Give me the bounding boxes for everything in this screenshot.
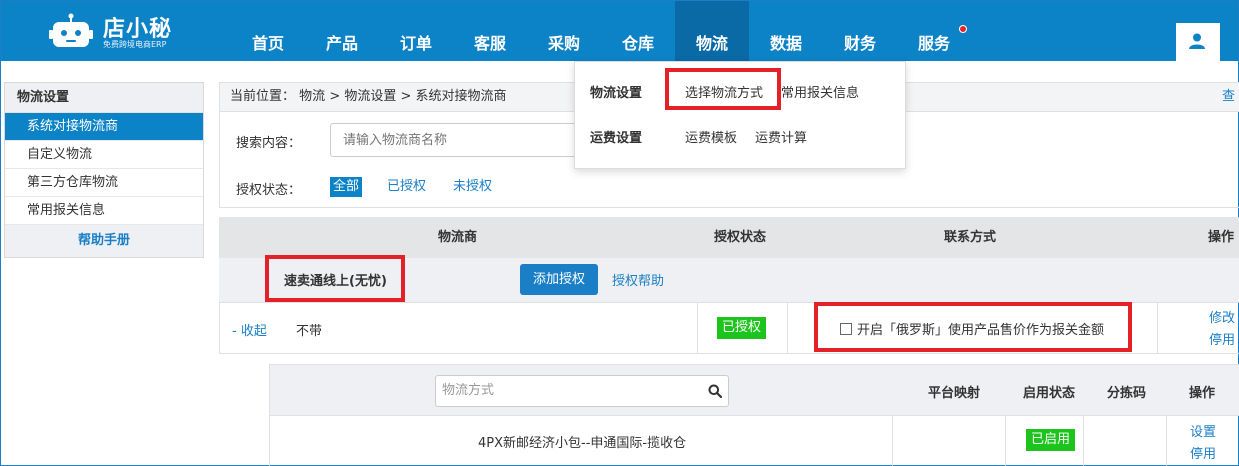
logo-subtitle: 免费跨境电商ERP — [103, 40, 167, 49]
nav-item-warehouse[interactable]: 仓库 — [601, 1, 675, 61]
status-badge-enabled: 已启用 — [1026, 429, 1076, 451]
method-table-header: 物流方式 平台映射 启用状态 分拣码 操作 — [269, 364, 1239, 416]
notification-dot-icon — [959, 25, 967, 33]
carrier-search-input[interactable] — [330, 123, 590, 157]
russia-price-checkbox-label: 开启「俄罗斯」使用产品售价作为报关金额 — [857, 323, 1105, 338]
breadcrumb-logistics[interactable]: 物流 — [299, 89, 325, 104]
column-divider — [1157, 303, 1158, 353]
column-header-enabled-status: 启用状态 — [1023, 386, 1076, 401]
carrier-detail-row: - 收起 不带 已授权 开启「俄罗斯」使用产品售价作为报关金额 修改 停用 — [219, 302, 1239, 354]
disable-link[interactable]: 停用 — [1209, 329, 1235, 348]
sidebar-item-system-carriers[interactable]: 系统对接物流商 — [5, 113, 203, 141]
nav-item-logistics[interactable]: 物流 — [675, 1, 749, 61]
dropdown-link-freight-template[interactable]: 运费模板 — [685, 127, 737, 146]
nav-item-purchasing[interactable]: 采购 — [527, 1, 601, 61]
edit-link[interactable]: 修改 — [1209, 307, 1235, 326]
nav-item-orders[interactable]: 订单 — [379, 1, 453, 61]
breadcrumb-separator: > — [329, 89, 345, 104]
search-label: 搜索内容： — [236, 136, 302, 151]
auth-status-label: 授权状态： — [236, 183, 302, 198]
dropdown-link-customs-info[interactable]: 常用报关信息 — [781, 82, 859, 101]
breadcrumb-prefix: 当前位置： — [230, 89, 296, 104]
account-name: 不带 — [296, 324, 323, 339]
collapse-link[interactable]: - 收起 — [232, 320, 267, 339]
nav-item-finance[interactable]: 财务 — [823, 1, 897, 61]
status-badge-authorized: 已授权 — [717, 317, 767, 339]
column-header-platform-mapping: 平台映射 — [928, 386, 981, 401]
sidebar-title: 物流设置 — [5, 83, 203, 113]
carrier-name: 速卖通线上(无忧) — [284, 274, 387, 289]
russia-price-option[interactable]: 开启「俄罗斯」使用产品售价作为报关金额 — [840, 319, 1104, 338]
column-divider — [1166, 416, 1167, 466]
main-nav: 首页 产品 订单 客服 采购 仓库 物流 数据 财务 服务 — [231, 1, 971, 61]
column-header-method-actions: 操作 — [1189, 386, 1216, 401]
auth-tab-unauthorized[interactable]: 未授权 — [453, 177, 492, 197]
breadcrumb-current: 系统对接物流商 — [415, 89, 507, 104]
method-name: 4PX新邮经济小包--申通国际-揽收仓 — [478, 436, 687, 451]
breadcrumb-right-link[interactable]: 查 — [1222, 83, 1235, 111]
nav-item-services-label: 服务 — [917, 34, 950, 53]
russia-price-checkbox[interactable] — [840, 322, 852, 335]
dropdown-group-freight-settings: 运费设置 — [590, 131, 643, 146]
robot-logo-icon — [49, 13, 93, 47]
nav-item-data[interactable]: 数据 — [749, 1, 823, 61]
dropdown-link-select-method[interactable]: 选择物流方式 — [685, 82, 763, 101]
nav-item-customer-service[interactable]: 客服 — [453, 1, 527, 61]
help-manual-link[interactable]: 帮助手册 — [5, 225, 203, 257]
column-header-carrier: 物流商 — [438, 230, 478, 245]
column-header-actions: 操作 — [1208, 230, 1235, 245]
logistics-dropdown-menu: 物流设置 选择物流方式 常用报关信息 运费设置 运费模板 运费计算 — [574, 61, 906, 169]
user-icon — [1189, 33, 1205, 49]
nav-item-products[interactable]: 产品 — [305, 1, 379, 61]
nav-item-home[interactable]: 首页 — [231, 1, 305, 61]
breadcrumb-separator: > — [400, 89, 416, 104]
dropdown-link-freight-calculator[interactable]: 运费计算 — [755, 127, 807, 146]
column-header-sort-code: 分拣码 — [1107, 386, 1147, 401]
breadcrumb-logistics-settings[interactable]: 物流设置 — [344, 89, 396, 104]
auth-tab-authorized[interactable]: 已授权 — [387, 177, 426, 197]
table-row: 4PX新邮经济小包--申通国际-揽收仓 已启用 设置 停用 — [269, 416, 1239, 466]
auth-tab-all[interactable]: 全部 — [330, 177, 363, 197]
column-divider — [1005, 416, 1006, 466]
nav-item-services[interactable]: 服务 — [897, 1, 971, 61]
method-search-input[interactable]: 物流方式 — [435, 375, 729, 407]
top-nav-bar: 店小秘 免费跨境电商ERP 首页 产品 订单 客服 采购 仓库 物流 数据 财务… — [1, 1, 1238, 61]
sidebar: 物流设置 系统对接物流商 自定义物流 第三方仓库物流 常用报关信息 帮助手册 — [4, 82, 204, 258]
add-authorization-button[interactable]: 添加授权 — [520, 264, 598, 295]
column-header-contact: 联系方式 — [944, 230, 997, 245]
sidebar-item-customs-info[interactable]: 常用报关信息 — [5, 197, 203, 225]
user-menu-button[interactable] — [1176, 23, 1220, 61]
dropdown-group-logistics-settings: 物流设置 — [590, 86, 643, 101]
column-divider — [787, 303, 788, 353]
logo[interactable]: 店小秘 免费跨境电商ERP — [49, 9, 189, 53]
sidebar-item-third-party-warehouse[interactable]: 第三方仓库物流 — [5, 169, 203, 197]
method-search-placeholder: 物流方式 — [442, 383, 495, 398]
carrier-table-header: 物流商 授权状态 联系方式 操作 — [219, 217, 1239, 258]
carrier-group-row: 速卖通线上(无忧) 添加授权 授权帮助 — [219, 258, 1239, 302]
settings-link[interactable]: 设置 — [1190, 421, 1216, 440]
column-divider — [697, 303, 698, 353]
authorization-help-link[interactable]: 授权帮助 — [612, 270, 664, 289]
search-icon[interactable] — [708, 384, 722, 398]
column-header-auth-status: 授权状态 — [714, 230, 767, 245]
column-divider — [1083, 416, 1084, 466]
column-divider — [892, 416, 893, 466]
disable-method-link[interactable]: 停用 — [1190, 443, 1216, 462]
sidebar-item-custom-logistics[interactable]: 自定义物流 — [5, 141, 203, 169]
